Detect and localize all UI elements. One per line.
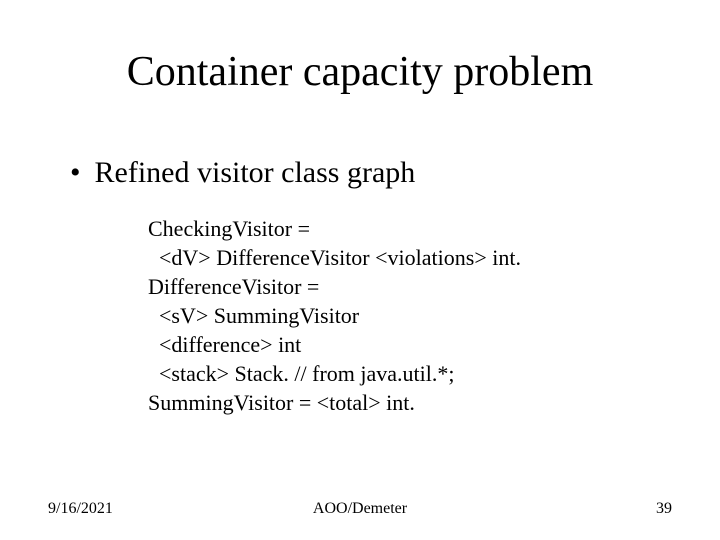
footer-center: AOO/Demeter	[0, 500, 720, 518]
footer-page-number: 39	[656, 500, 672, 518]
code-block: CheckingVisitor = <dV> DifferenceVisitor…	[148, 214, 521, 417]
bullet-text: Refined visitor class graph	[95, 156, 416, 190]
slide: Container capacity problem • Refined vis…	[0, 0, 720, 540]
bullet-dot-icon: •	[70, 156, 81, 190]
slide-title: Container capacity problem	[0, 48, 720, 96]
footer: 9/16/2021 AOO/Demeter 39	[0, 494, 720, 518]
bullet-item: • Refined visitor class graph	[70, 156, 415, 190]
